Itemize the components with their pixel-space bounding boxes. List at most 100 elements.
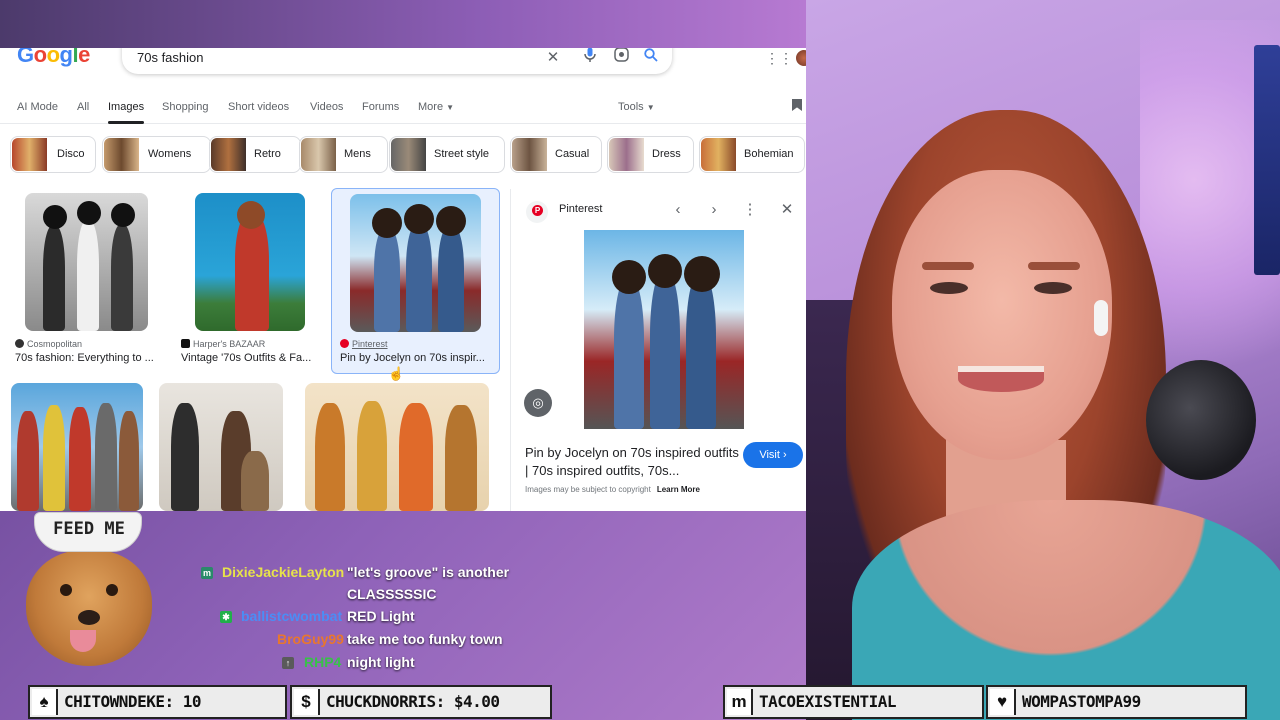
search-input[interactable]: 70s fashion — [137, 50, 204, 65]
left-brow — [922, 262, 974, 270]
wall-poster — [1254, 45, 1280, 275]
chip-disco[interactable]: Disco — [10, 136, 96, 173]
tab-forums[interactable]: Forums — [362, 101, 399, 113]
stream-background-top — [0, 0, 806, 48]
preview-source[interactable]: Pinterest — [559, 203, 602, 215]
microphone — [1146, 360, 1256, 480]
dog-eye — [106, 584, 118, 596]
chip-label: Casual — [555, 148, 590, 160]
figure — [315, 403, 345, 511]
chip-label: Retro — [254, 148, 281, 160]
image-result-row2-3[interactable] — [304, 383, 490, 511]
result-thumbnail — [11, 383, 143, 511]
figure — [686, 275, 716, 429]
streamer-face — [892, 170, 1112, 460]
tab-shopping[interactable]: Shopping — [162, 101, 209, 113]
hand-cursor-icon: ☝ — [388, 366, 405, 381]
search-tabs: AI Mode All Images Shopping Short videos… — [0, 96, 806, 124]
result-title[interactable]: Vintage '70s Outfits & Fa... — [181, 352, 327, 364]
search-icon[interactable] — [640, 48, 662, 69]
chip-label: Womens — [148, 148, 192, 160]
figure — [69, 407, 91, 511]
chip-street-style[interactable]: Street style — [389, 136, 505, 173]
chip-thumbnail — [104, 138, 139, 171]
source-label: Cosmopolitan — [27, 339, 83, 349]
image-result-row2-2[interactable] — [158, 383, 284, 511]
chip-mens[interactable]: Mens — [299, 136, 388, 173]
alert-top-follower: ♠ CHITOWNDEKE: 10 — [28, 685, 287, 719]
chat-text: night light — [347, 654, 415, 670]
tab-all[interactable]: All — [77, 101, 89, 113]
chat-username: DixieJackieLayton — [222, 564, 345, 580]
right-eye — [1034, 282, 1072, 294]
result-title[interactable]: Pin by Jocelyn on 70s inspir... — [340, 352, 486, 364]
chat-text: RED Light — [347, 608, 415, 624]
preview-title[interactable]: Pin by Jocelyn on 70s inspired outfits |… — [525, 444, 740, 480]
tab-videos[interactable]: Videos — [310, 101, 343, 113]
image-result-pinterest[interactable]: Pinterest Pin by Jocelyn on 70s inspir..… — [331, 188, 500, 374]
chip-bohemian[interactable]: Bohemian — [699, 136, 805, 173]
chip-thumbnail — [12, 138, 47, 171]
image-result-cosmopolitan[interactable]: Cosmopolitan 70s fashion: Everything to … — [10, 188, 170, 374]
next-icon[interactable]: › — [703, 199, 725, 221]
left-eye — [930, 282, 968, 294]
previous-icon[interactable]: ‹ — [667, 199, 689, 221]
figure-head — [404, 204, 434, 234]
tab-images[interactable]: Images — [108, 101, 145, 124]
close-icon[interactable]: ✕ — [776, 199, 798, 221]
result-source: Pinterest — [340, 339, 388, 349]
image-result-row2-1[interactable] — [10, 383, 144, 511]
preview-image[interactable] — [584, 230, 744, 429]
figure — [43, 226, 65, 331]
chip-dress[interactable]: Dress — [607, 136, 694, 173]
chip-thumbnail — [512, 138, 547, 171]
tab-more[interactable]: More ▼ — [418, 101, 454, 113]
source-label: Harper's BAZAAR — [193, 339, 266, 349]
google-logo[interactable]: Google — [17, 48, 90, 68]
visit-button[interactable]: Visit › — [743, 442, 803, 468]
learn-more-link[interactable]: Learn More — [657, 485, 700, 494]
figure-head — [436, 206, 466, 236]
chip-womens[interactable]: Womens — [102, 136, 211, 173]
alert-latest-follower: ♥ WOMPASTOMPA99 — [986, 685, 1247, 719]
figure — [17, 411, 39, 511]
chip-retro[interactable]: Retro — [209, 136, 301, 173]
chip-thumbnail — [211, 138, 246, 171]
result-thumbnail — [159, 383, 283, 511]
more-options-icon[interactable]: ⋮ — [739, 199, 761, 221]
chip-casual[interactable]: Casual — [510, 136, 602, 173]
voice-search-icon[interactable] — [579, 48, 601, 69]
figure — [235, 213, 269, 331]
figure — [171, 403, 199, 511]
tools-button[interactable]: Tools ▼ — [618, 101, 655, 113]
member-icon: m — [727, 689, 753, 715]
figure-head — [111, 203, 135, 227]
lens-search-icon[interactable]: ◎ — [524, 389, 552, 417]
result-thumbnail — [25, 193, 148, 331]
apps-grid-icon[interactable]: ⋮⋮⋮ — [765, 49, 806, 67]
chip-thumbnail — [609, 138, 644, 171]
tools-label: Tools — [618, 101, 644, 113]
dog-eye — [60, 584, 72, 596]
figure — [95, 403, 117, 511]
clear-icon[interactable]: ✕ — [542, 48, 564, 69]
figure — [77, 221, 99, 331]
figure-head — [237, 201, 265, 229]
lens-icon[interactable] — [610, 48, 632, 69]
tab-short-videos[interactable]: Short videos — [228, 101, 289, 113]
copyright-text: Images may be subject to copyright — [525, 485, 651, 494]
search-box[interactable]: 70s fashion ✕ — [122, 48, 672, 74]
right-brow — [1028, 262, 1080, 270]
dog-tongue — [70, 630, 96, 652]
chat-username: ballistcwombat — [241, 608, 343, 624]
image-result-harpers-bazaar[interactable]: Harper's BAZAAR Vintage '70s Outfits & F… — [178, 188, 328, 374]
chat-text: CLASSSSSIC — [347, 586, 437, 602]
chip-label: Bohemian — [744, 148, 794, 160]
figure-head — [684, 256, 720, 292]
bookmark-icon[interactable] — [792, 99, 802, 111]
chat-badge-icon: ✱ — [220, 611, 232, 623]
tab-ai-mode[interactable]: AI Mode — [17, 101, 58, 113]
mouth — [958, 366, 1044, 392]
result-title[interactable]: 70s fashion: Everything to ... — [15, 352, 161, 364]
figure — [614, 279, 644, 429]
